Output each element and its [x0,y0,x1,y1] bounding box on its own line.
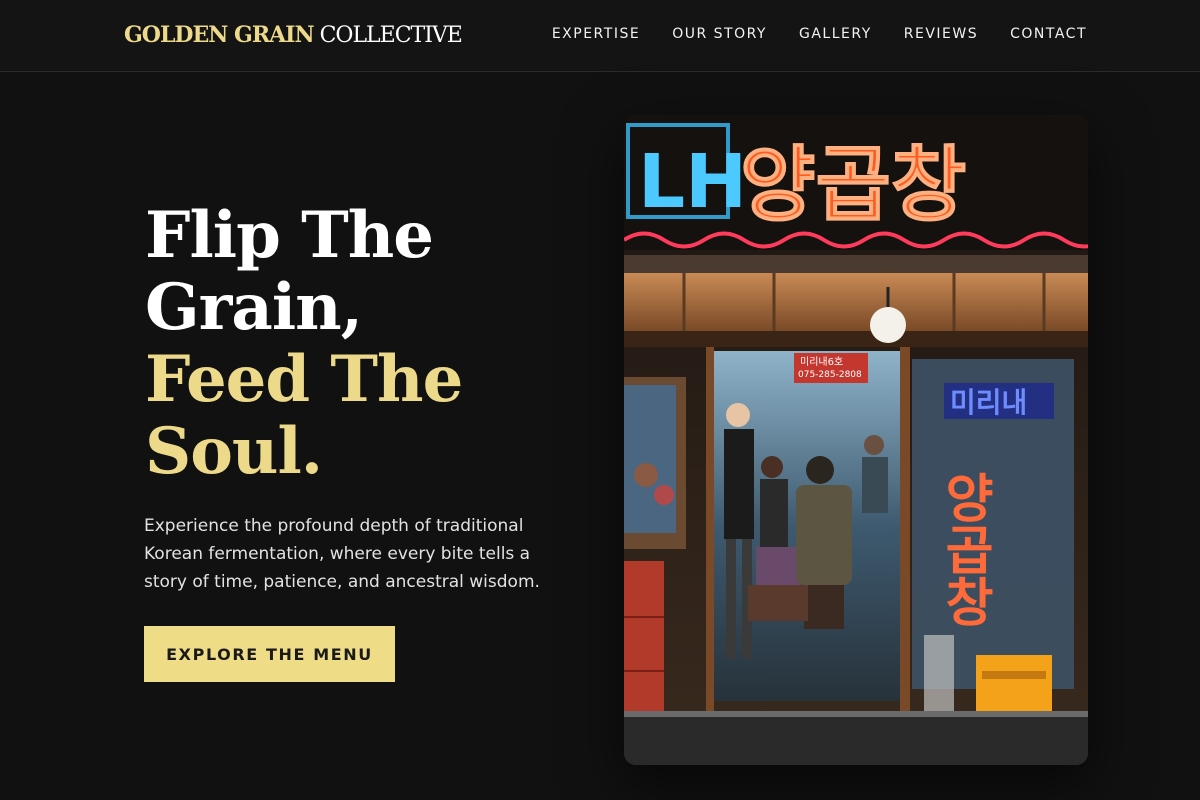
sign-korean-text: 양곱창 [740,138,966,233]
main-menu: EXPERTISE OUR STORY GALLERY REVIEWS CONT… [552,26,1087,42]
headline-line-1: Flip The [145,198,434,273]
window-sign-top: 미리내 [950,386,1027,419]
nav-link-contact[interactable]: CONTACT [1010,26,1087,42]
nav-link-reviews[interactable]: REVIEWS [904,26,978,42]
nav-link-expertise[interactable]: EXPERTISE [552,26,640,42]
headline-line-2: Grain, [145,270,363,345]
brand-name-white: COLLECTIVE [319,23,463,48]
brand-logo[interactable]: GOLDEN GRAIN COLLECTIVE [124,22,463,48]
storefront-illustration: LH 양곱창 미리내6호 075-285-2808 미리내 양곱창 [624,115,1088,765]
hero-photo-restaurant-storefront: LH 양곱창 미리내6호 075-285-2808 미리내 양곱창 [624,115,1088,765]
hero-description: Experience the profound depth of traditi… [144,516,540,592]
banner-text: 미리내6호 [800,356,843,368]
sidewalk [624,715,1088,765]
window-sign-vertical: 양곱창 [934,471,994,627]
nav-link-gallery[interactable]: GALLERY [799,26,872,42]
headline-line-3: Feed The [145,342,463,417]
hero-heading-block: Flip The Grain, Feed The Soul. [145,200,565,488]
headline-line-4: Soul. [145,414,323,489]
wooden-facade [624,273,1088,331]
explore-menu-button[interactable]: EXPLORE THE MENU [144,626,395,682]
sign-latin-text: LH [638,139,747,225]
nav-link-our-story[interactable]: OUR STORY [672,26,767,42]
top-navbar: GOLDEN GRAIN COLLECTIVE EXPERTISE OUR ST… [0,0,1200,72]
hero-headline: Flip The Grain, Feed The Soul. [145,200,565,488]
banner-phone: 075-285-2808 [798,370,862,380]
brand-name-gold: GOLDEN GRAIN [124,22,315,48]
hanging-lamp [870,307,906,343]
red-crates-stack [624,561,664,731]
